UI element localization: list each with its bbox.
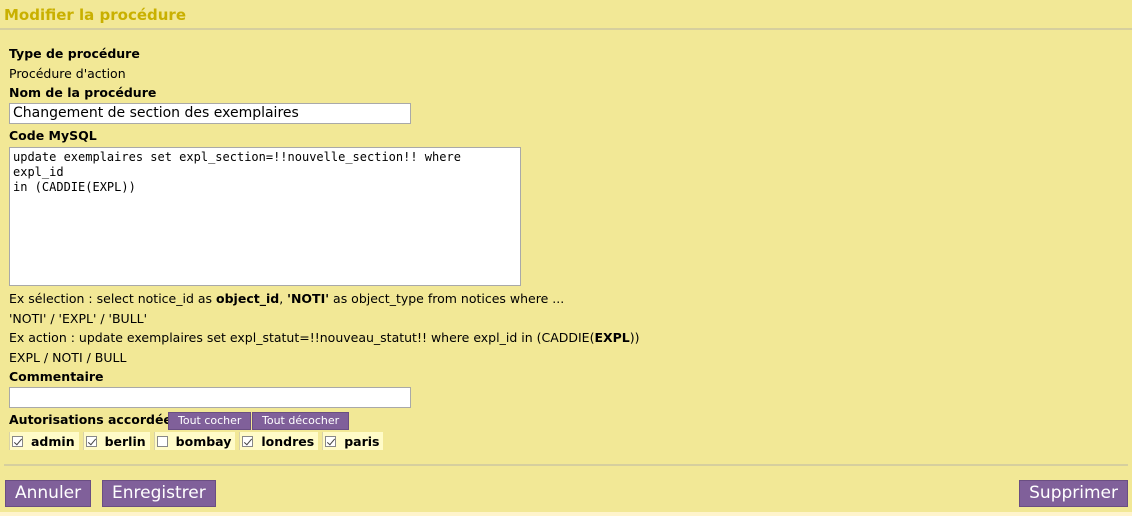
comment-label: Commentaire: [9, 369, 104, 384]
auth-item-londres[interactable]: londres: [239, 432, 319, 450]
checkbox[interactable]: [12, 435, 23, 447]
uncheck-all-button[interactable]: Tout décocher: [252, 412, 350, 430]
hint-action: Ex action : update exemplaires set expl_…: [9, 330, 640, 345]
code-textarea[interactable]: update exemplaires set expl_section=!!no…: [9, 147, 521, 286]
auth-item-berlin[interactable]: berlin: [82, 432, 150, 450]
auth-label: Autorisations accordées: [9, 412, 180, 427]
auth-item-label: londres: [261, 433, 315, 449]
hint-objects: EXPL / NOTI / BULL: [9, 350, 127, 365]
code-label: Code MySQL: [9, 128, 97, 143]
checkbox[interactable]: [242, 435, 254, 447]
bottom-divider: [4, 464, 1128, 466]
auth-item-label: bombay: [175, 433, 232, 449]
checkbox[interactable]: [156, 435, 168, 447]
type-value: Procédure d'action: [9, 66, 126, 81]
auth-checkboxes: admin berlin bombay londres paris: [9, 432, 384, 450]
comment-input[interactable]: [9, 387, 411, 408]
type-label: Type de procédure: [9, 46, 140, 61]
auth-item-label: paris: [344, 433, 380, 449]
page-title: Modifier la procédure: [4, 6, 186, 24]
auth-item-label: admin: [31, 433, 75, 449]
checkbox[interactable]: [85, 435, 97, 447]
auth-item-admin[interactable]: admin: [9, 432, 79, 450]
save-button[interactable]: Enregistrer: [102, 480, 216, 507]
auth-item-bombay[interactable]: bombay: [153, 432, 236, 450]
auth-item-paris[interactable]: paris: [322, 432, 384, 450]
footer-strip: [0, 512, 1132, 516]
name-input[interactable]: Changement de section des exemplaires: [9, 103, 411, 124]
hint-selection: Ex sélection : select notice_id as objec…: [9, 291, 565, 306]
cancel-button[interactable]: Annuler: [5, 480, 92, 507]
check-all-button[interactable]: Tout cocher: [168, 412, 252, 430]
name-label: Nom de la procédure: [9, 85, 157, 100]
delete-button[interactable]: Supprimer: [1019, 480, 1128, 507]
auth-item-label: berlin: [104, 433, 146, 449]
checkbox[interactable]: [325, 435, 337, 447]
hint-types: 'NOTI' / 'EXPL' / 'BULL': [9, 311, 148, 326]
top-divider: [0, 28, 1132, 30]
